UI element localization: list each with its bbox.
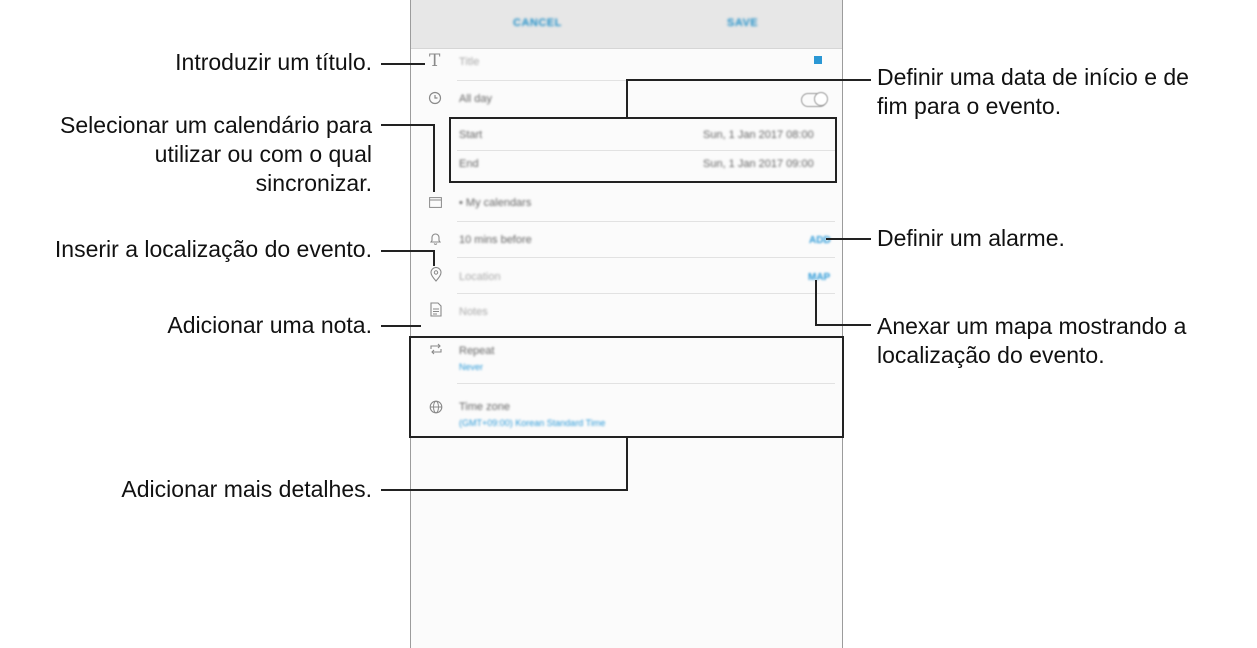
cancel-button[interactable]: CANCEL (513, 17, 562, 29)
annotation-title: Introduzir um título. (175, 49, 372, 75)
annotation-calendar: Selecionar um calendário para utilizar o… (60, 112, 372, 196)
leader-line (381, 250, 435, 252)
leader-line (626, 79, 871, 81)
calendar-icon (429, 196, 442, 210)
leader-line (381, 63, 425, 65)
annotation-map: Anexar um mapa mostrando a localização d… (877, 313, 1187, 368)
document-icon (430, 302, 442, 319)
leader-line (815, 280, 817, 326)
annotation-dates: Definir uma data de início e de fim para… (877, 64, 1189, 119)
title-input[interactable]: Title (459, 56, 479, 68)
leader-line (381, 124, 435, 126)
calendar-selector[interactable]: • My calendars (459, 197, 531, 209)
map-button[interactable]: MAP (808, 272, 830, 283)
clock-icon (428, 91, 442, 107)
map-pin-icon (430, 267, 442, 284)
notes-input[interactable]: Notes (459, 306, 488, 318)
leader-line (626, 79, 628, 118)
action-bar: CANCEL SAVE (411, 0, 842, 49)
date-range-highlight (449, 117, 837, 183)
leader-line (381, 325, 421, 327)
divider (457, 221, 835, 222)
calendar-label: My calendars (465, 197, 532, 209)
annotation-notes: Adicionar uma nota. (167, 312, 372, 338)
add-alarm-button[interactable]: ADD (809, 235, 831, 246)
annotation-details: Adicionar mais detalhes. (121, 476, 372, 502)
save-button[interactable]: SAVE (727, 17, 758, 29)
all-day-label: All day (459, 93, 493, 105)
annotation-alarm: Definir um alarme. (877, 225, 1065, 251)
location-input[interactable]: Location (459, 271, 501, 283)
details-highlight (409, 336, 844, 438)
annotation-location: Inserir a localização do evento. (54, 236, 372, 262)
leader-line (433, 124, 435, 192)
divider (457, 293, 835, 294)
bell-icon (429, 232, 442, 248)
leader-line (826, 238, 871, 240)
leader-line (381, 489, 628, 491)
text-icon: T (429, 51, 441, 71)
divider (457, 257, 835, 258)
color-picker-button[interactable] (814, 56, 822, 64)
all-day-toggle[interactable] (801, 92, 828, 107)
alarm-value[interactable]: 10 mins before (459, 234, 532, 246)
leader-line (433, 250, 435, 266)
leader-line (815, 324, 871, 326)
leader-line (626, 438, 628, 491)
